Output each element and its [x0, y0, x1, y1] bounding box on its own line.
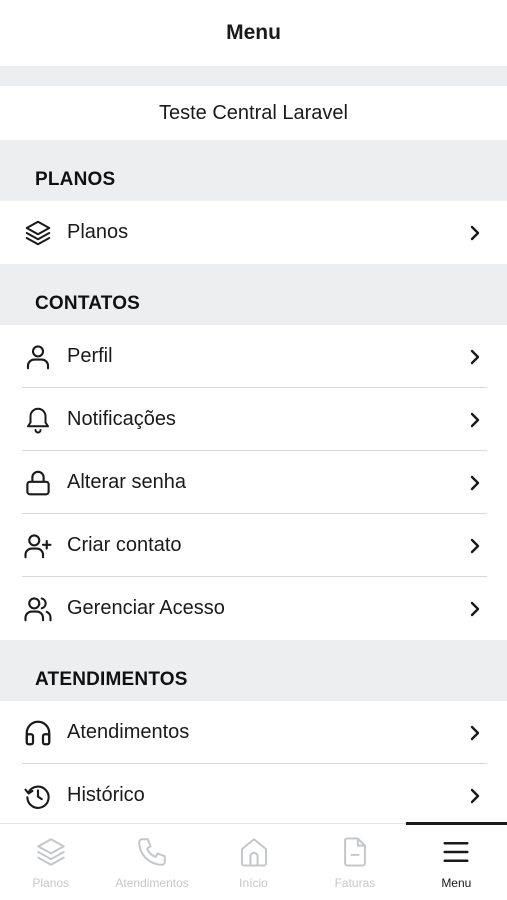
chevron-right-icon: [465, 723, 485, 743]
nav-label: Atendimentos: [115, 876, 189, 890]
menu-item-perfil[interactable]: Perfil: [0, 325, 507, 388]
user-plus-icon: [22, 530, 54, 562]
bell-icon: [22, 404, 54, 436]
spacer: [0, 66, 507, 86]
users-icon: [22, 593, 54, 625]
page-title: Menu: [226, 21, 281, 44]
chevron-right-icon: [465, 599, 485, 619]
user-icon: [22, 341, 54, 373]
nav-tab-faturas[interactable]: Faturas: [304, 824, 405, 900]
menu-item-label: Alterar senha: [67, 471, 186, 493]
section-header-planos: PLANOS: [0, 140, 507, 201]
chevron-right-icon: [465, 223, 485, 243]
menu-item-label: Notificações: [67, 408, 176, 430]
menu-item-label: Histórico: [67, 784, 145, 806]
nav-tab-menu[interactable]: Menu: [405, 822, 507, 900]
nav-tab-atendimentos[interactable]: Atendimentos: [101, 824, 202, 900]
menu-item-label: Perfil: [67, 345, 113, 367]
hamburger-menu-icon: [438, 834, 474, 870]
chevron-right-icon: [465, 410, 485, 430]
lock-icon: [22, 467, 54, 499]
menu-item-atendimentos[interactable]: Atendimentos: [0, 701, 507, 764]
headphones-icon: [22, 717, 54, 749]
menu-item-label: Gerenciar Acesso: [67, 597, 225, 619]
history-icon: [22, 780, 54, 812]
menu-item-criar-contato[interactable]: Criar contato: [0, 514, 507, 577]
phone-icon: [134, 834, 170, 870]
menu-item-notificacoes[interactable]: Notificações: [0, 388, 507, 451]
section-header-contatos: CONTATOS: [0, 264, 507, 325]
chevron-right-icon: [465, 473, 485, 493]
layers-icon: [33, 834, 69, 870]
nav-label: Menu: [441, 876, 472, 890]
nav-label: Início: [239, 876, 268, 890]
menu-item-alterar-senha[interactable]: Alterar senha: [0, 451, 507, 514]
menu-item-label: Atendimentos: [67, 721, 190, 743]
nav-tab-inicio[interactable]: Início: [203, 824, 304, 900]
document-icon: [337, 834, 373, 870]
menu-item-label: Criar contato: [67, 534, 182, 556]
chevron-right-icon: [465, 536, 485, 556]
nav-label: Faturas: [334, 876, 376, 890]
menu-item-gerenciar-acesso[interactable]: Gerenciar Acesso: [0, 577, 507, 640]
chevron-right-icon: [465, 347, 485, 367]
section-header-atendimentos: ATENDIMENTOS: [0, 640, 507, 701]
menu-item-planos[interactable]: Planos: [0, 201, 507, 264]
bottom-nav: Planos Atendimentos Início Faturas Menu: [0, 822, 507, 900]
nav-tab-planos[interactable]: Planos: [0, 824, 101, 900]
nav-label: Planos: [32, 876, 70, 890]
account-name: Teste Central Laravel: [0, 86, 507, 140]
menu-item-label: Planos: [67, 221, 129, 243]
chevron-right-icon: [465, 786, 485, 806]
app-header: Menu: [0, 0, 507, 66]
home-icon: [236, 834, 272, 870]
menu-item-historico[interactable]: Histórico: [0, 764, 507, 827]
layers-icon: [22, 217, 54, 249]
